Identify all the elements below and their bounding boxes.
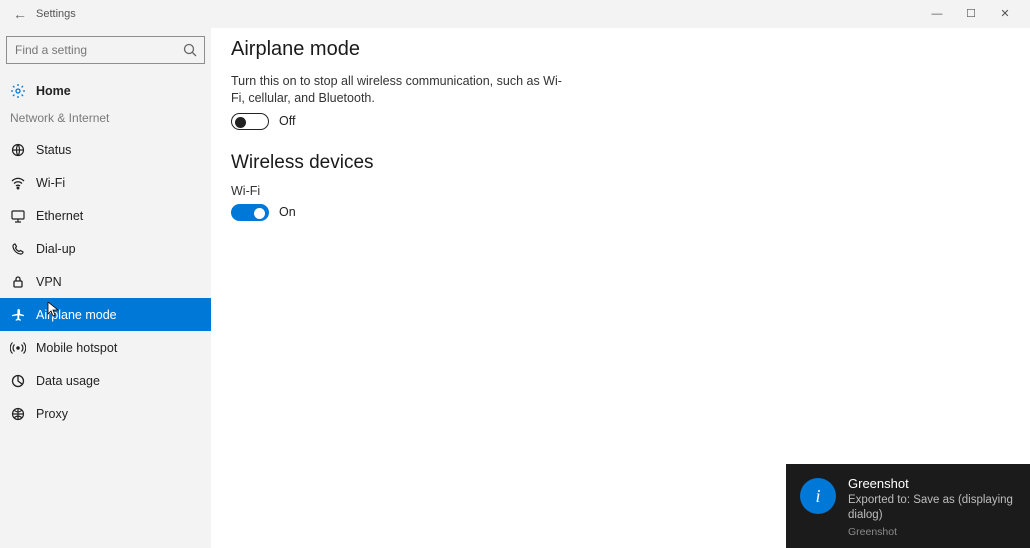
toast-content: Greenshot Exported to: Save as (displayi… (848, 476, 1016, 538)
hotspot-icon (10, 340, 26, 356)
airplane-toggle-row: Off (231, 113, 1030, 130)
gear-icon (10, 83, 26, 99)
sidebar-item-label: Data usage (36, 374, 100, 388)
toast-body: Exported to: Save as (displaying dialog) (848, 493, 1016, 522)
sidebar-item-label: Dial-up (36, 242, 76, 256)
page-description: Turn this on to stop all wireless commun… (231, 73, 571, 107)
sidebar-item-label: Status (36, 143, 71, 157)
sidebar-item-label: Wi-Fi (36, 176, 65, 190)
minimize-button[interactable]: — (920, 0, 954, 28)
wifi-toggle[interactable] (231, 204, 269, 221)
maximize-button[interactable]: ☐ (954, 0, 988, 28)
sidebar-item-airplane-mode[interactable]: Airplane mode (0, 298, 211, 331)
info-icon: i (800, 478, 836, 514)
status-icon (10, 142, 26, 158)
wireless-devices-heading: Wireless devices (231, 152, 1030, 174)
dialup-icon (10, 241, 26, 257)
sidebar-item-ethernet[interactable]: Ethernet (0, 199, 211, 232)
toast-app-name: Greenshot (848, 526, 1016, 538)
sidebar-item-label: Mobile hotspot (36, 341, 117, 355)
ethernet-icon (10, 208, 26, 224)
search-box (6, 36, 205, 64)
sidebar-item-wifi[interactable]: Wi-Fi (0, 166, 211, 199)
page-title: Airplane mode (231, 38, 1030, 61)
sidebar-item-status[interactable]: Status (0, 133, 211, 166)
wifi-label: Wi-Fi (231, 184, 1030, 198)
sidebar-item-label: Proxy (36, 407, 68, 421)
airplane-icon (10, 307, 26, 323)
sidebar-item-data-usage[interactable]: Data usage (0, 364, 211, 397)
wifi-toggle-row: On (231, 204, 1030, 221)
airplane-mode-toggle[interactable] (231, 113, 269, 130)
close-button[interactable]: ✕ (988, 0, 1022, 28)
proxy-icon (10, 406, 26, 422)
wifi-icon (10, 175, 26, 191)
back-icon[interactable]: ← (8, 6, 32, 22)
sidebar-item-proxy[interactable]: Proxy (0, 397, 211, 430)
wifi-state: On (279, 205, 296, 219)
window-title: Settings (36, 8, 76, 20)
sidebar-item-label: VPN (36, 275, 62, 289)
window-controls: — ☐ ✕ (920, 0, 1022, 28)
sidebar: Home Network & Internet Status Wi-Fi Eth… (0, 28, 211, 548)
search-input[interactable] (6, 36, 205, 64)
sidebar-item-dialup[interactable]: Dial-up (0, 232, 211, 265)
data-usage-icon (10, 373, 26, 389)
sidebar-section-label: Network & Internet (0, 111, 211, 125)
notification-toast[interactable]: i Greenshot Exported to: Save as (displa… (786, 464, 1030, 548)
toast-title: Greenshot (848, 476, 1016, 491)
sidebar-item-vpn[interactable]: VPN (0, 265, 211, 298)
sidebar-item-mobile-hotspot[interactable]: Mobile hotspot (0, 331, 211, 364)
sidebar-item-label: Airplane mode (36, 308, 117, 322)
airplane-mode-state: Off (279, 114, 295, 128)
sidebar-item-home[interactable]: Home (0, 74, 211, 107)
sidebar-item-label: Home (36, 84, 71, 98)
vpn-icon (10, 274, 26, 290)
sidebar-item-label: Ethernet (36, 209, 83, 223)
titlebar: ← Settings — ☐ ✕ (0, 0, 1030, 28)
